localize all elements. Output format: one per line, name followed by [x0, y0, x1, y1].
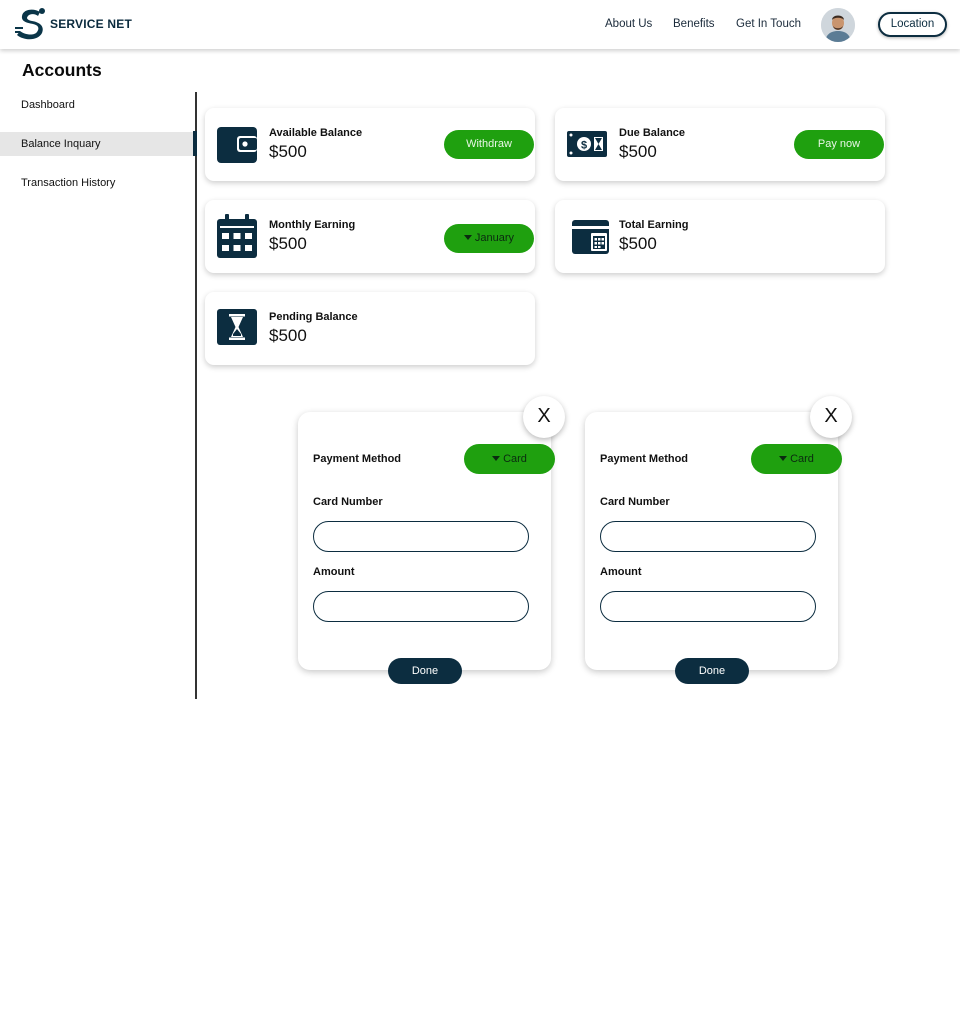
card-number-input[interactable]	[313, 521, 529, 552]
brand-name: SERVICE NET	[50, 17, 132, 31]
withdraw-button[interactable]: Withdraw	[444, 130, 534, 159]
available-balance-card: Available Balance $500 Withdraw	[205, 108, 535, 181]
card-number-label: Card Number	[600, 496, 670, 508]
payment-method-select[interactable]: Card	[751, 444, 842, 474]
nav-benefits[interactable]: Benefits	[673, 18, 715, 30]
month-select[interactable]: January	[444, 224, 534, 253]
card-label: Pending Balance	[269, 311, 358, 323]
caret-down-icon	[463, 234, 472, 240]
month-select-value: January	[474, 232, 515, 244]
pending-balance-card: Pending Balance $500	[205, 292, 535, 365]
card-value: $500	[269, 142, 307, 161]
hourglass-icon	[217, 309, 257, 345]
card-number-label: Card Number	[313, 496, 383, 508]
money-bill-icon: $	[567, 131, 607, 157]
caret-down-icon	[779, 455, 788, 461]
card-label: Monthly Earning	[269, 219, 356, 231]
user-avatar[interactable]	[821, 8, 855, 42]
sidebar-active-indicator	[193, 131, 197, 156]
card-calendar-icon	[572, 220, 609, 254]
amount-input[interactable]	[313, 591, 529, 622]
sidebar-item-dashboard[interactable]: Dashboard	[0, 93, 195, 117]
caret-down-icon	[492, 455, 501, 461]
amount-input[interactable]	[600, 591, 816, 622]
amount-label: Amount	[600, 566, 642, 578]
sidebar-divider	[195, 92, 197, 699]
card-value: $500	[619, 234, 657, 253]
location-button[interactable]: Location	[878, 12, 947, 37]
card-number-input[interactable]	[600, 521, 816, 552]
card-value: $500	[269, 326, 307, 345]
due-balance-card: $ Due Balance $500 Pay now	[555, 108, 885, 181]
close-panel-1-button[interactable]: X	[523, 396, 565, 438]
payment-method-select[interactable]: Card	[464, 444, 555, 474]
card-value: $500	[619, 142, 657, 161]
avatar-person-icon	[821, 8, 855, 42]
monthly-earning-card: Monthly Earning $500 January	[205, 200, 535, 273]
done-button-2[interactable]: Done	[675, 658, 749, 684]
card-label: Due Balance	[619, 127, 686, 139]
payment-panel-2: Payment Method Card Card Number Amount	[585, 412, 842, 670]
top-header: SERVICE NET About Us Benefits Get In Tou…	[0, 0, 960, 49]
sidebar-item-transaction-history[interactable]: Transaction History	[0, 171, 195, 195]
payment-method-label: Payment Method	[600, 453, 689, 465]
done-button-1[interactable]: Done	[388, 658, 462, 684]
card-label: Available Balance	[269, 127, 363, 139]
wallet-icon	[217, 127, 257, 163]
payment-method-value: Card	[503, 453, 527, 465]
payment-panel-1: Payment Method Card Card Number Amount	[298, 412, 555, 670]
service-net-logo-icon[interactable]	[14, 7, 48, 41]
total-earning-card: Total Earning $500	[555, 200, 885, 273]
nav-about-us[interactable]: About Us	[605, 18, 652, 30]
amount-label: Amount	[313, 566, 355, 578]
sidebar-item-balance-inquary[interactable]: Balance Inquary	[0, 132, 195, 156]
payment-method-value: Card	[790, 453, 814, 465]
close-panel-2-button[interactable]: X	[810, 396, 852, 438]
card-value: $500	[269, 234, 307, 253]
calendar-icon	[217, 214, 257, 258]
pay-now-button[interactable]: Pay now	[794, 130, 884, 159]
svg-text:$: $	[581, 140, 587, 152]
payment-method-label: Payment Method	[313, 453, 402, 465]
page-title: Accounts	[22, 60, 102, 80]
card-label: Total Earning	[619, 219, 689, 231]
nav-get-in-touch[interactable]: Get In Touch	[736, 18, 801, 30]
